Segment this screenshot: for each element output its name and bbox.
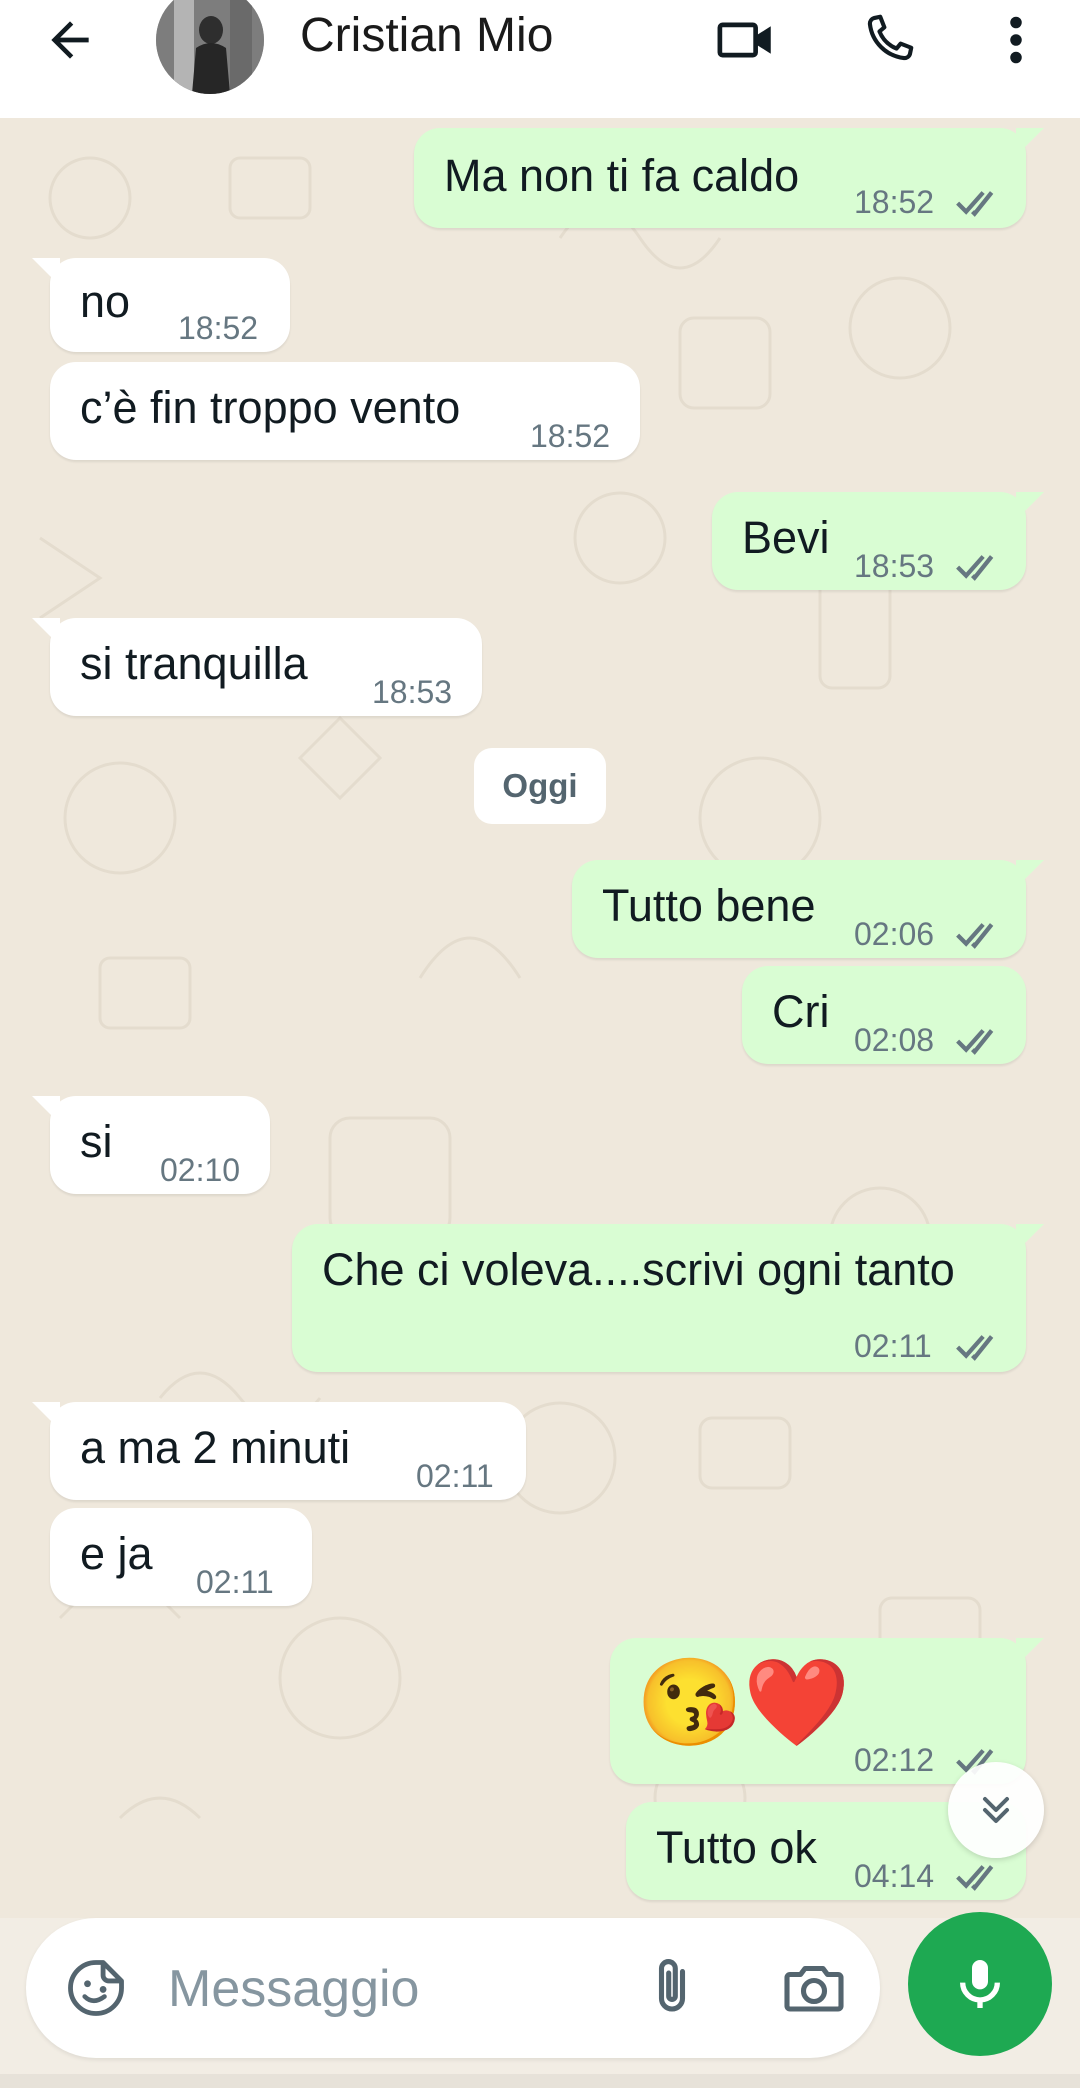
message-bubble-outgoing[interactable]: Tutto bene 02:06 — [572, 860, 1044, 958]
message-text: Bevi — [742, 512, 830, 563]
message-bubble-outgoing[interactable]: Che ci voleva....scrivi ogni tanto 02:11 — [292, 1224, 1044, 1372]
message-text: 😘❤️ — [636, 1655, 851, 1751]
message-time: 02:08 — [854, 1022, 935, 1058]
bubble-tail — [32, 1096, 60, 1124]
message-time: 02:11 — [196, 1564, 274, 1600]
double-chevron-down-icon — [982, 1796, 1010, 1824]
message-bubble-incoming[interactable]: si tranquilla 18:53 — [32, 618, 482, 716]
message-time: 18:52 — [854, 184, 935, 220]
message-time: 02:06 — [854, 916, 935, 952]
bubble-tail — [32, 258, 60, 286]
message-time: 18:52 — [530, 418, 611, 454]
camera-icon[interactable] — [778, 1952, 850, 2024]
message-time: 02:11 — [854, 1328, 932, 1364]
bubble-tail — [32, 618, 60, 646]
date-separator: Oggi — [474, 748, 606, 824]
video-call-icon[interactable] — [706, 0, 786, 80]
message-time: 18:52 — [178, 310, 259, 346]
read-receipt-icon — [956, 1335, 994, 1361]
message-text: a ma 2 minuti — [80, 1422, 351, 1473]
message-bubble-outgoing[interactable]: Cri 02:08 — [742, 966, 1026, 1064]
more-options-icon[interactable] — [976, 0, 1056, 80]
message-bubble-incoming[interactable]: a ma 2 minuti 02:11 — [32, 1402, 526, 1500]
message-bubble-outgoing[interactable]: Bevi 18:53 — [712, 492, 1044, 590]
chat-area[interactable]: Ma non ti fa caldo 18:52 no 18:52 c’è fi… — [0, 118, 1080, 1918]
sticker-icon[interactable] — [62, 1954, 130, 2022]
phone-icon[interactable] — [848, 0, 928, 80]
message-text: no — [80, 276, 131, 327]
message-text: si — [80, 1116, 113, 1167]
read-receipt-icon — [956, 1865, 994, 1891]
mic-button[interactable] — [908, 1912, 1052, 2056]
attach-icon[interactable] — [636, 1952, 708, 2024]
message-text: Che ci voleva....scrivi ogni tanto — [322, 1244, 955, 1295]
message-text: c’è fin troppo vento — [80, 382, 461, 433]
read-receipt-icon — [956, 923, 994, 949]
message-bubble-outgoing[interactable]: 😘❤️ 02:12 — [610, 1638, 1044, 1784]
mic-icon — [960, 1960, 1000, 2008]
message-bubble-incoming[interactable]: e ja 02:11 — [50, 1508, 312, 1606]
message-bubble-incoming[interactable]: si 02:10 — [32, 1096, 270, 1194]
message-composer — [26, 1918, 880, 2060]
message-text: si tranquilla — [80, 638, 308, 689]
message-time: 04:14 — [854, 1858, 935, 1894]
message-time: 02:10 — [160, 1152, 241, 1188]
message-text: Tutto bene — [602, 880, 816, 931]
scroll-to-bottom-button[interactable] — [948, 1762, 1044, 1858]
message-bubble-incoming[interactable]: c’è fin troppo vento 18:52 — [50, 362, 640, 460]
message-text: e ja — [80, 1528, 153, 1579]
message-time: 02:11 — [416, 1458, 494, 1494]
avatar[interactable] — [156, 0, 264, 94]
bubble-tail — [1016, 860, 1044, 888]
bubble-tail — [1016, 1224, 1044, 1252]
contact-name[interactable]: Cristian Mio — [300, 8, 553, 63]
message-text: Tutto ok — [656, 1822, 817, 1873]
message-bubble-incoming[interactable]: no 18:52 — [32, 258, 290, 352]
chat-header: Cristian Mio — [0, 0, 1080, 118]
read-receipt-icon — [956, 191, 994, 217]
message-bubble-outgoing[interactable]: Ma non ti fa caldo 18:52 — [414, 128, 1044, 228]
bubble-tail — [1016, 492, 1044, 520]
read-receipt-icon — [956, 555, 994, 581]
bubble-tail — [1016, 128, 1044, 156]
bubble-tail — [32, 1402, 60, 1430]
back-arrow-icon[interactable] — [30, 0, 110, 80]
message-time: 18:53 — [854, 548, 935, 584]
message-time: 02:12 — [854, 1742, 935, 1778]
read-receipt-icon — [956, 1029, 994, 1055]
system-nav-bar — [0, 2074, 1080, 2088]
message-input[interactable] — [166, 1918, 640, 2060]
message-text: Cri — [772, 986, 830, 1037]
bubble-tail — [1016, 1638, 1044, 1666]
message-time: 18:53 — [372, 674, 453, 710]
message-text: Ma non ti fa caldo — [444, 150, 800, 201]
